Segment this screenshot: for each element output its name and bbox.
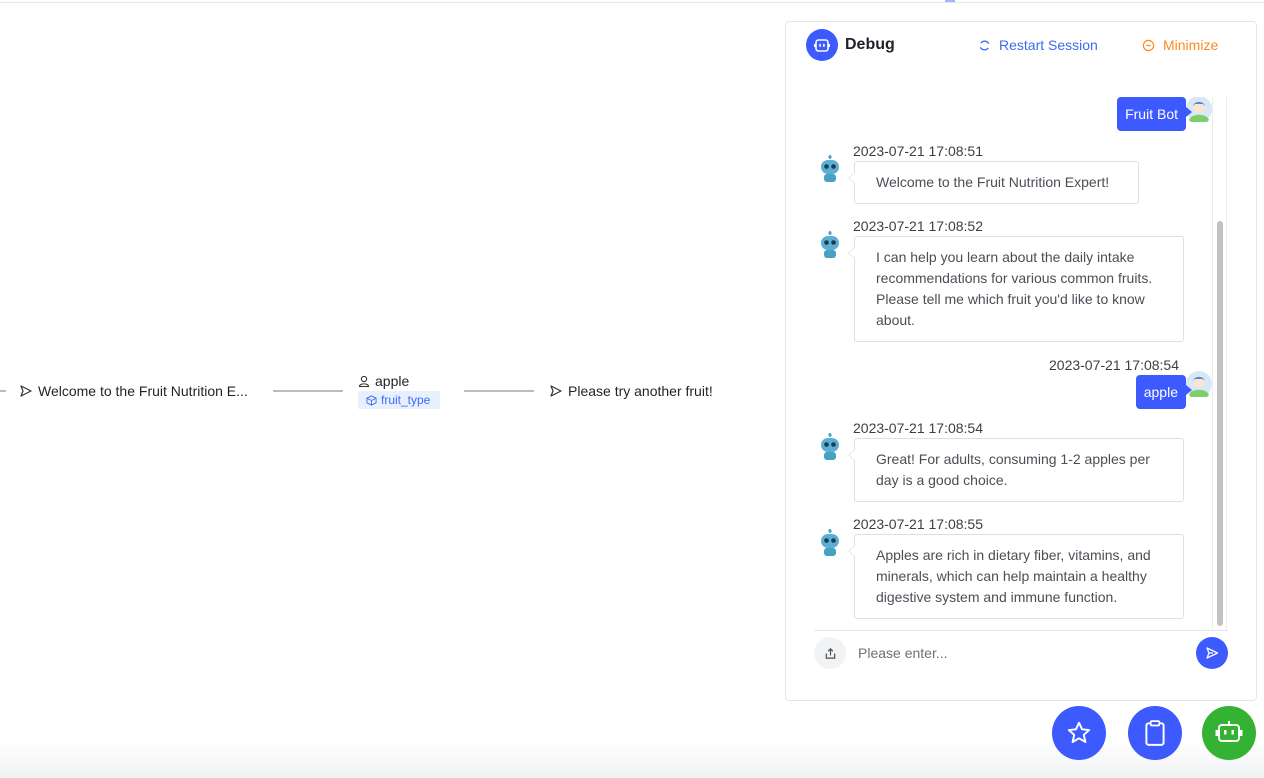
chat-messages[interactable]: Fruit Bot 2023-07-21 17:08:51 Welcome to… xyxy=(806,97,1228,629)
flow-node-retry[interactable]: Please try another fruit! xyxy=(550,383,713,399)
debug-title: Debug xyxy=(845,36,895,53)
bot-message-bubble: I can help you learn about the daily int… xyxy=(848,236,1184,342)
bot-message-bubble: Welcome to the Fruit Nutrition Expert! xyxy=(848,161,1139,204)
top-bar xyxy=(0,0,1264,3)
debug-header: Debug Restart Session Minimize xyxy=(786,22,1256,72)
clipboard-icon xyxy=(1145,720,1165,746)
flow-node-user[interactable]: apple fruit_type xyxy=(358,373,441,411)
message-timestamp: 2023-07-21 17:08:52 xyxy=(853,218,983,234)
clipboard-button[interactable] xyxy=(1128,706,1182,760)
robot-avatar-icon xyxy=(806,29,838,61)
flow-node-label: Welcome to the Fruit Nutrition E... xyxy=(38,383,248,399)
star-icon xyxy=(1067,721,1091,743)
flow-edge xyxy=(464,390,534,392)
chat-scrollbar[interactable] xyxy=(1212,97,1227,629)
message-timestamp: 2023-07-21 17:08:54 xyxy=(1049,357,1179,373)
top-indicator xyxy=(945,0,955,2)
restart-session-button[interactable]: Restart Session xyxy=(978,37,1098,53)
bot-message-bubble: Apples are rich in dietary fiber, vitami… xyxy=(848,534,1184,619)
favorite-button[interactable] xyxy=(1052,706,1106,760)
robot-icon xyxy=(1215,721,1243,742)
bot-avatar-icon xyxy=(818,231,842,259)
minus-circle-icon xyxy=(1142,39,1155,51)
bot-avatar-icon xyxy=(818,529,842,557)
slot-tag-label: fruit_type xyxy=(381,393,431,407)
slot-tag: fruit_type xyxy=(358,391,441,409)
message-timestamp: 2023-07-21 17:08:51 xyxy=(853,143,983,159)
bot-message-bubble: Great! For adults, consuming 1-2 apples … xyxy=(848,438,1184,502)
restart-session-label: Restart Session xyxy=(999,37,1098,53)
send-icon xyxy=(20,385,32,397)
upload-button[interactable] xyxy=(814,637,846,669)
message-timestamp: 2023-07-21 17:08:54 xyxy=(853,420,983,436)
message-timestamp: 2023-07-21 17:08:55 xyxy=(853,516,983,532)
minimize-button[interactable]: Minimize xyxy=(1142,37,1218,53)
flow-edge xyxy=(0,390,6,392)
user-icon xyxy=(358,375,370,387)
send-button[interactable] xyxy=(1196,637,1228,669)
bot-avatar-icon xyxy=(818,433,842,461)
refresh-icon xyxy=(979,40,990,50)
bot-avatar-icon xyxy=(818,155,842,183)
scrollbar-thumb[interactable] xyxy=(1217,221,1223,626)
flow-edge xyxy=(273,390,343,392)
debug-panel: Debug Restart Session Minimize Fruit Bot… xyxy=(785,21,1257,701)
flow-node-welcome[interactable]: Welcome to the Fruit Nutrition E... xyxy=(20,383,248,399)
upload-icon xyxy=(825,647,835,659)
user-node-label: apple xyxy=(375,373,410,389)
chat-input-bar xyxy=(814,630,1228,680)
user-message-bubble: apple xyxy=(1135,375,1193,409)
minimize-label: Minimize xyxy=(1163,37,1219,53)
robot-button[interactable] xyxy=(1202,706,1256,760)
chat-message-input[interactable] xyxy=(858,641,1188,665)
user-message-bubble: Fruit Bot xyxy=(1117,97,1192,131)
send-icon xyxy=(1206,647,1219,659)
send-icon xyxy=(550,385,562,397)
flow-node-label: Please try another fruit! xyxy=(568,383,713,399)
cube-icon xyxy=(366,394,377,406)
